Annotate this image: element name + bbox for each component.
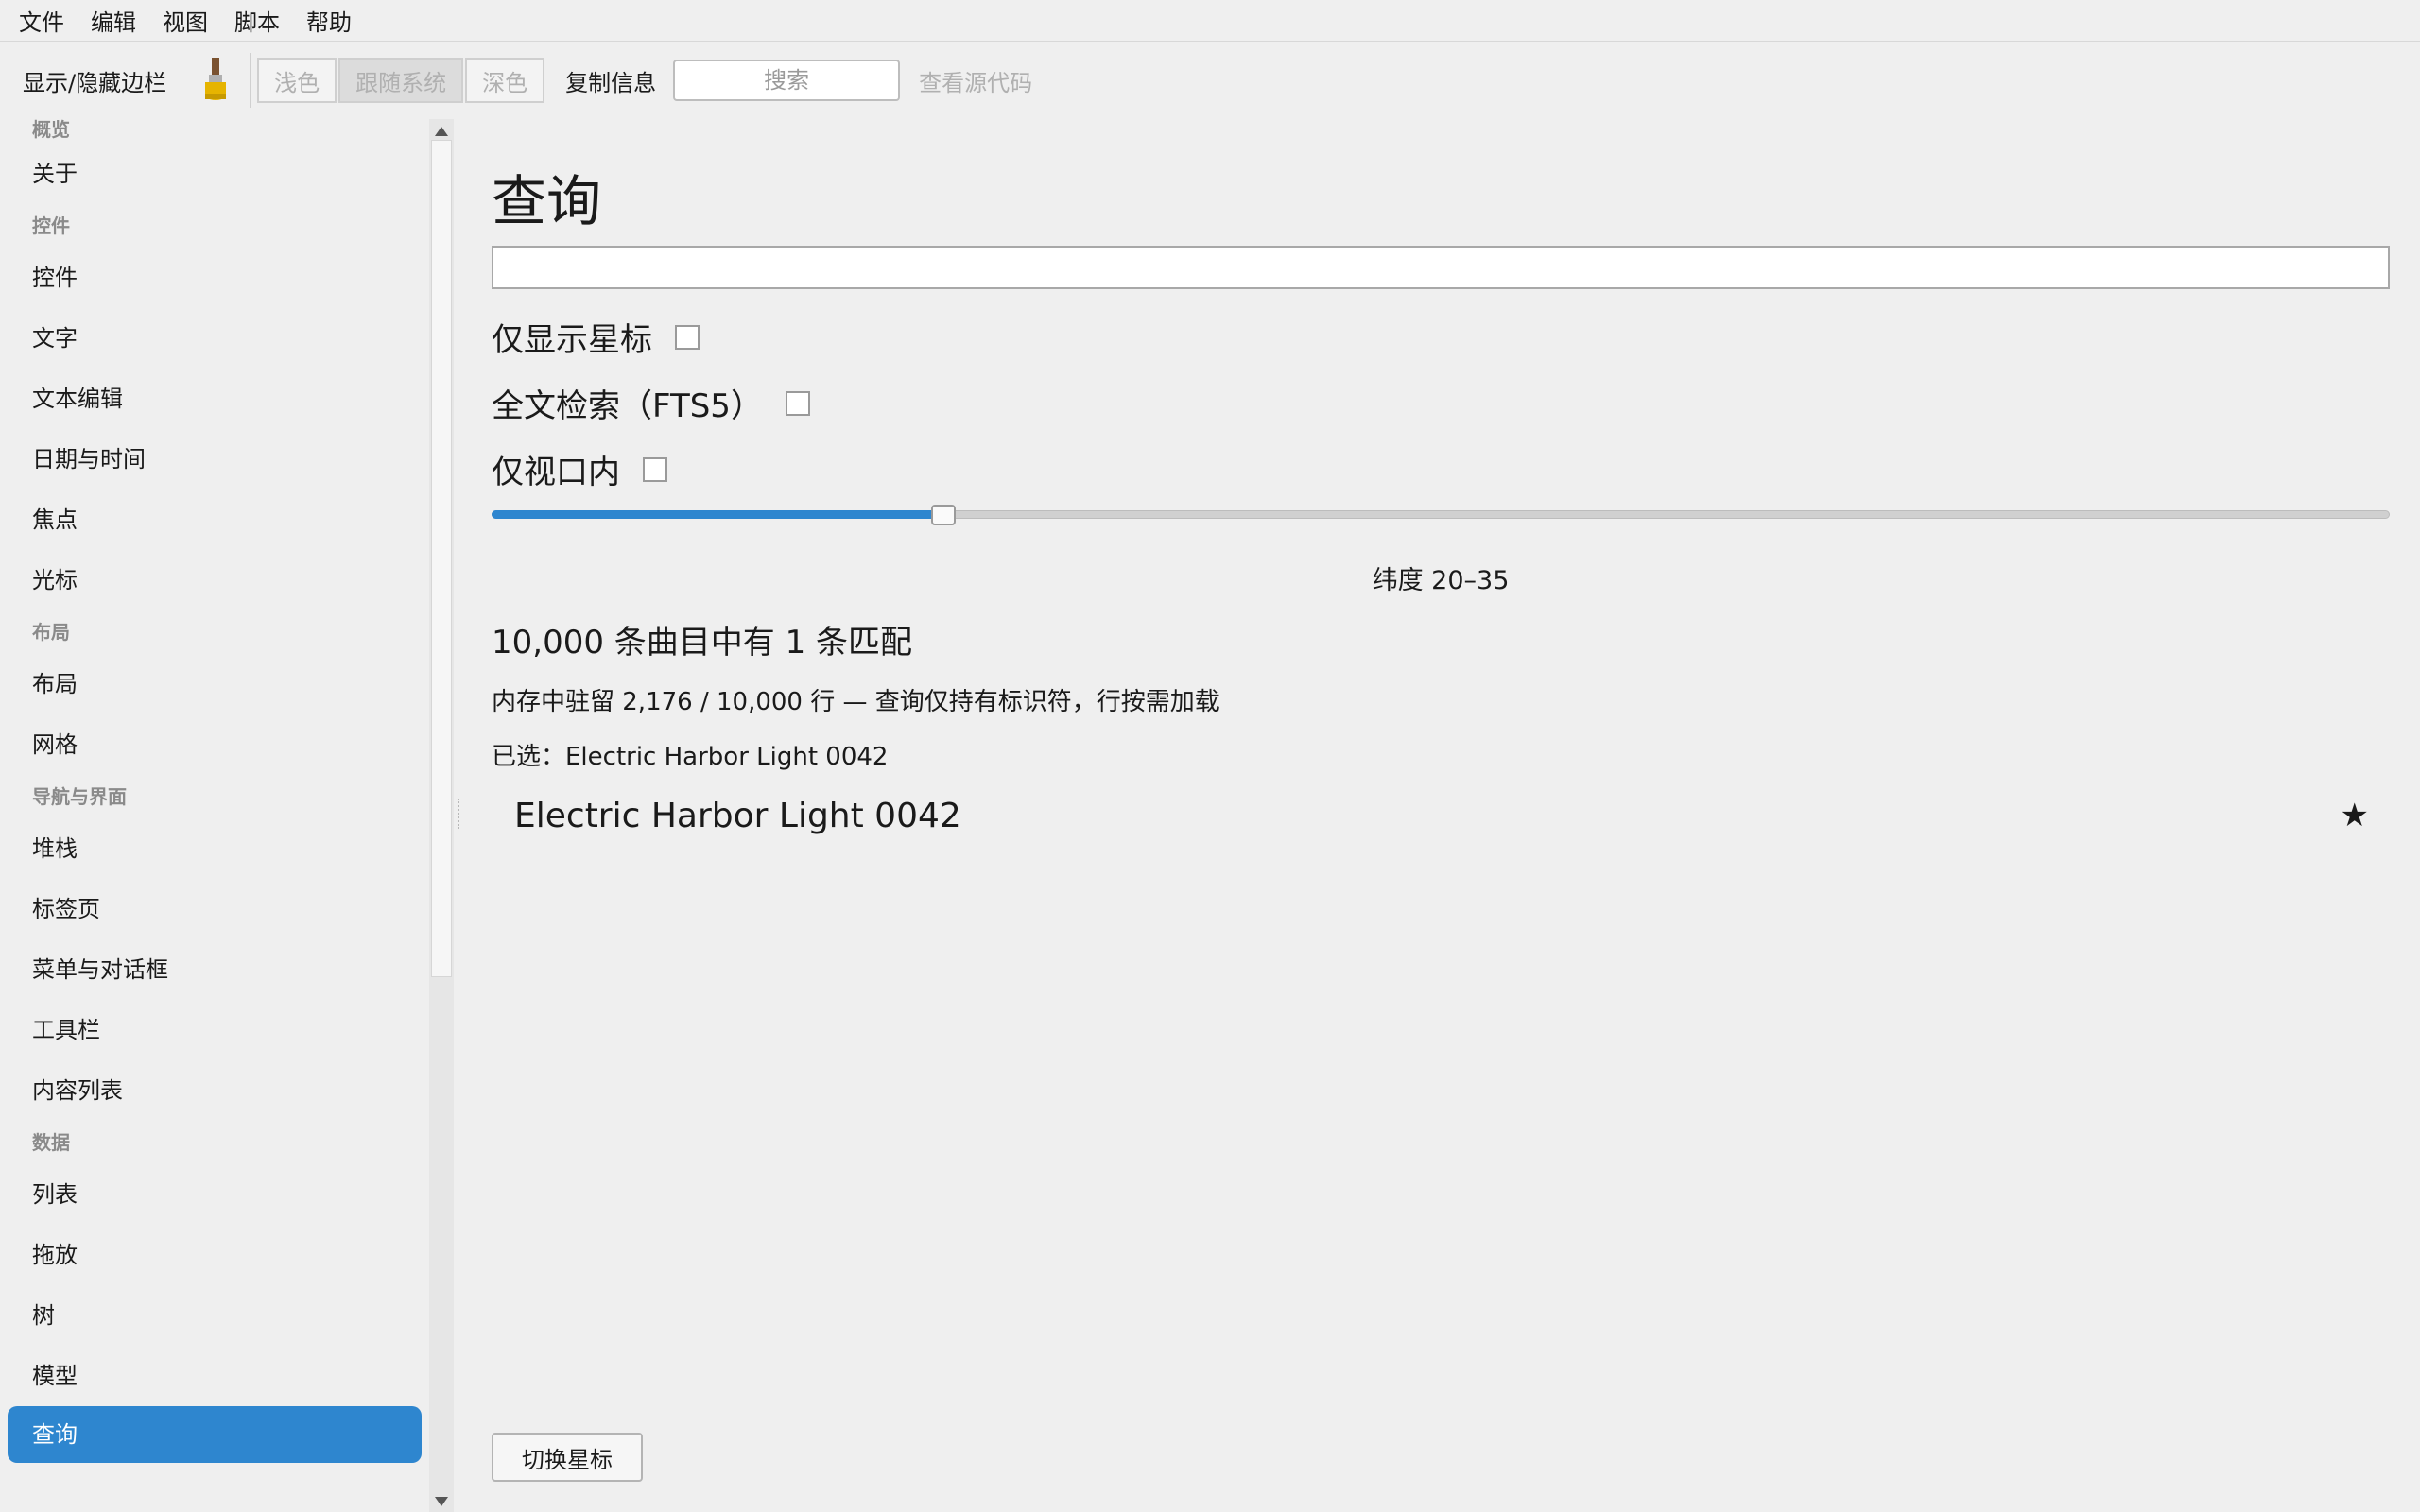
sidebar-item-query[interactable]: 查询	[8, 1406, 422, 1463]
sidebar-item-menus-dialogs[interactable]: 菜单与对话框	[8, 939, 422, 1000]
sidebar-item-cursor[interactable]: 光标	[8, 550, 422, 610]
sidebar-item-controls[interactable]: 控件	[8, 248, 422, 308]
starred-only-checkbox[interactable]	[675, 324, 700, 350]
toggle-sidebar-button[interactable]: 显示/隐藏边栏	[23, 64, 166, 97]
sidebar-item-focus[interactable]: 焦点	[8, 490, 422, 550]
fts5-label: 全文检索（FTS5）	[492, 387, 763, 425]
viewport-only-option: 仅视口内	[492, 446, 667, 492]
sidebar-item-drag-drop[interactable]: 拖放	[8, 1225, 422, 1285]
pane-splitter-handle[interactable]	[458, 799, 461, 829]
query-page: 查询 仅显示星标 全文检索（FTS5） 仅视口内 纬度 20–35 10,000…	[492, 119, 2392, 1512]
sidebar-item-tree[interactable]: 树	[8, 1285, 422, 1346]
sidebar-section-controls: 控件	[32, 215, 70, 237]
latitude-label: 纬度 20–35	[1372, 566, 1510, 595]
latitude-slider[interactable]	[492, 505, 2390, 525]
copy-info-button[interactable]: 复制信息	[565, 64, 656, 97]
menu-edit[interactable]: 编辑	[91, 4, 136, 37]
sidebar-item-tabs[interactable]: 标签页	[8, 879, 422, 939]
sidebar-item-stack[interactable]: 堆栈	[8, 818, 422, 879]
sidebar-section-overview: 概览	[32, 119, 70, 141]
theme-light-button[interactable]: 浅色	[257, 58, 337, 103]
sidebar-item-list[interactable]: 列表	[8, 1164, 422, 1225]
sidebar-section-navigation: 导航与界面	[32, 785, 127, 808]
scroll-down-icon[interactable]	[435, 1497, 448, 1506]
theme-system-button[interactable]: 跟随系统	[338, 58, 464, 103]
page-title: 查询	[492, 169, 602, 233]
sidebar-item-content-list[interactable]: 内容列表	[8, 1060, 422, 1121]
result-title: Electric Harbor Light 0042	[514, 796, 961, 835]
sidebar-section-layout: 布局	[32, 621, 70, 644]
selected-item-label: 已选：Electric Harbor Light 0042	[492, 743, 889, 771]
viewport-only-label: 仅视口内	[492, 454, 620, 491]
sidebar-section-data: 数据	[32, 1131, 70, 1154]
theme-selector: 浅色 跟随系统 深色	[257, 58, 546, 103]
sidebar-item-text[interactable]: 文字	[8, 308, 422, 369]
menu-script[interactable]: 脚本	[234, 4, 280, 37]
sidebar-item-datetime[interactable]: 日期与时间	[8, 429, 422, 490]
star-icon[interactable]: ★	[2341, 797, 2369, 834]
search-input[interactable]	[673, 60, 901, 101]
query-input[interactable]	[492, 246, 2390, 289]
fts5-checkbox[interactable]	[785, 390, 810, 416]
sidebar-item-text-edit[interactable]: 文本编辑	[8, 369, 422, 429]
starred-only-label: 仅显示星标	[492, 321, 652, 359]
menubar: 文件 编辑 视图 脚本 帮助	[0, 0, 2420, 42]
list-item[interactable]: Electric Harbor Light 0042 ★	[492, 784, 2390, 847]
menu-help[interactable]: 帮助	[306, 4, 352, 37]
sidebar-item-layout[interactable]: 布局	[8, 654, 422, 714]
sidebar: 概览 关于 控件 控件 文字 文本编辑 日期与时间 焦点 光标 布局 布局 网格…	[0, 119, 429, 1512]
paintbrush-icon[interactable]	[197, 56, 234, 105]
match-count: 10,000 条曲目中有 1 条匹配	[492, 624, 913, 662]
menu-view[interactable]: 视图	[163, 4, 208, 37]
sidebar-item-grid[interactable]: 网格	[8, 714, 422, 775]
view-source-button[interactable]: 查看源代码	[919, 64, 1032, 97]
starred-only-option: 仅显示星标	[492, 314, 700, 360]
sidebar-item-about[interactable]: 关于	[8, 144, 422, 204]
slider-handle[interactable]	[930, 505, 956, 525]
memory-info: 内存中驻留 2,176 / 10,000 行 — 查询仅持有标识符，行按需加载	[492, 688, 1219, 716]
menu-file[interactable]: 文件	[19, 4, 64, 37]
sidebar-scrollbar[interactable]	[429, 119, 454, 1512]
scrollbar-thumb[interactable]	[431, 140, 452, 977]
viewport-only-checkbox[interactable]	[643, 456, 667, 482]
toolbar-separator	[250, 53, 252, 108]
toggle-star-button[interactable]: 切换星标	[492, 1433, 643, 1482]
toolbar: 显示/隐藏边栏 浅色 跟随系统 深色 复制信息 查看源代码	[0, 42, 2420, 119]
scroll-up-icon[interactable]	[435, 127, 448, 136]
theme-dark-button[interactable]: 深色	[465, 58, 545, 103]
fts5-option: 全文检索（FTS5）	[492, 380, 810, 426]
sidebar-item-model[interactable]: 模型	[8, 1346, 422, 1406]
sidebar-item-toolbar[interactable]: 工具栏	[8, 1000, 422, 1060]
slider-fill	[492, 510, 943, 519]
